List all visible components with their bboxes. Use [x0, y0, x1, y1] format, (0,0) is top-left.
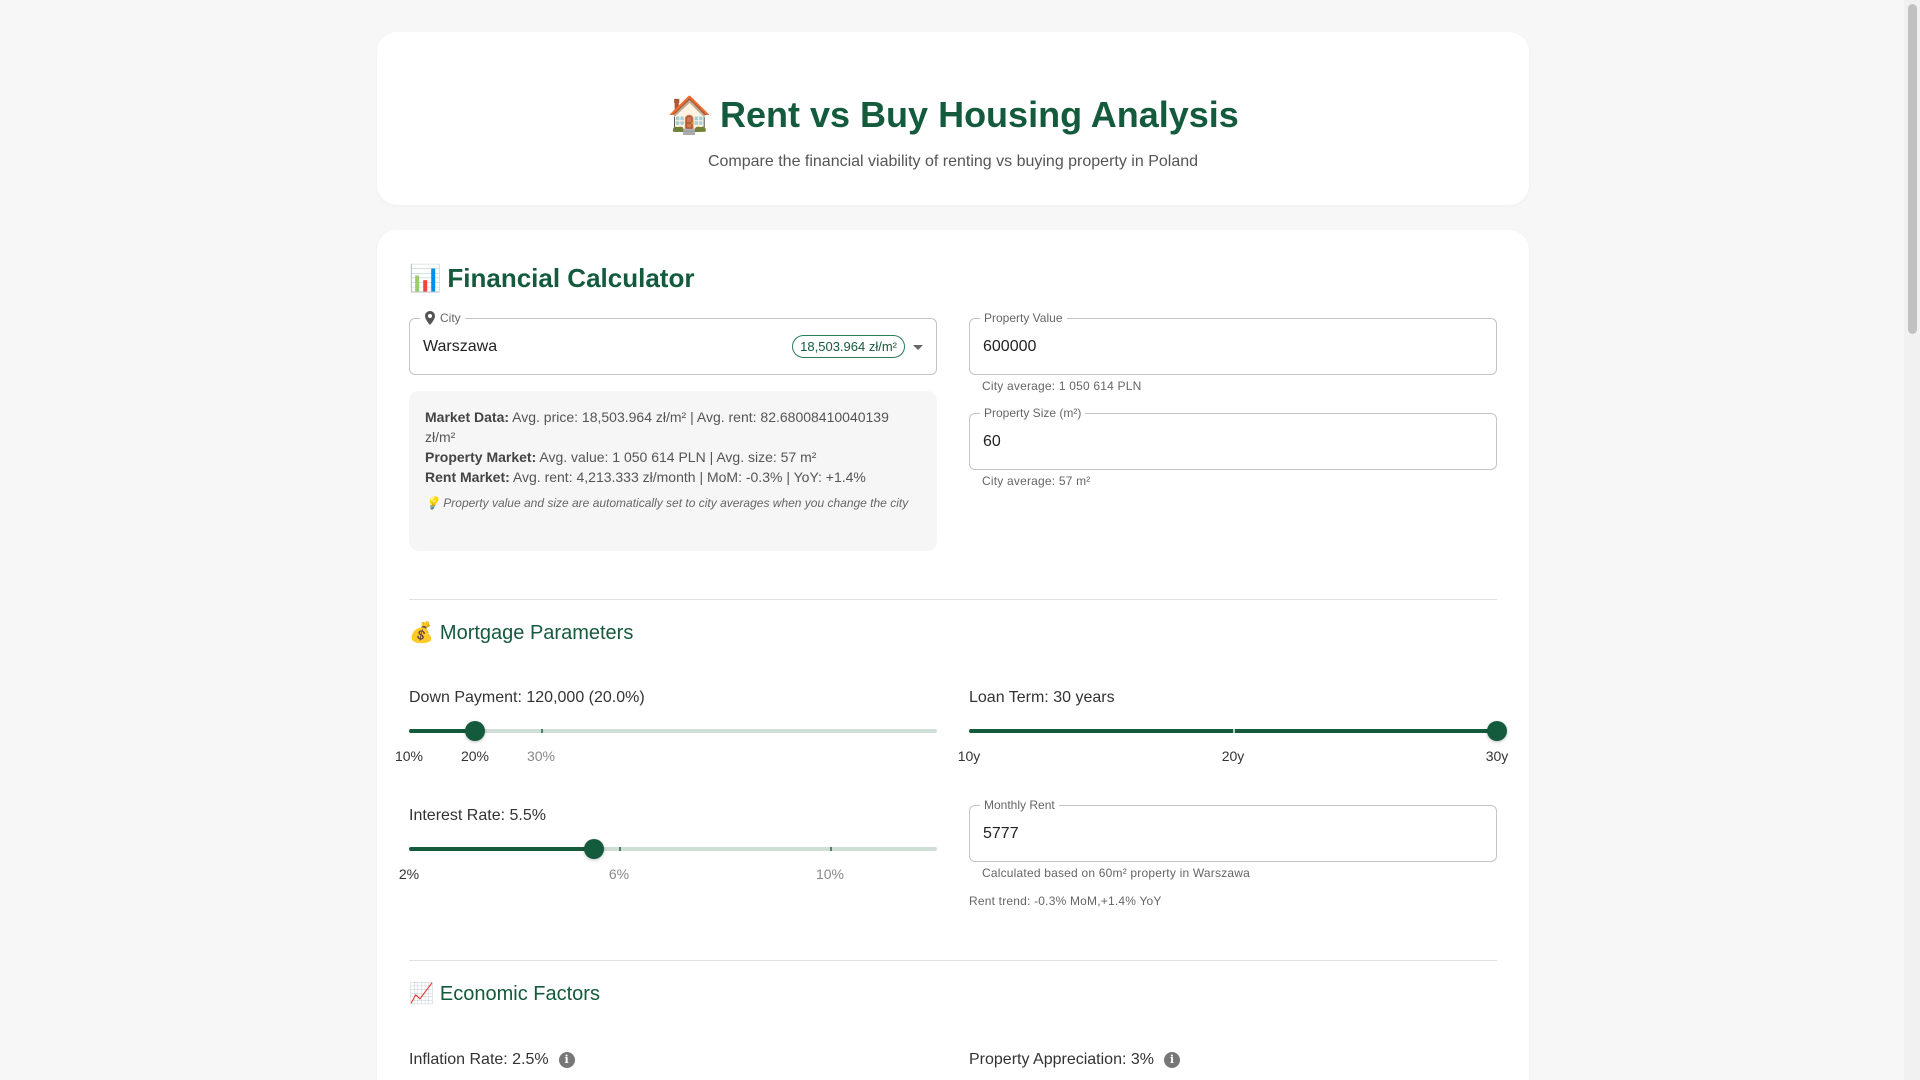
slider-thumb[interactable]	[465, 721, 485, 741]
city-select[interactable]: City Warszawa 18,503.964 zł/m²	[409, 311, 937, 375]
rent-market-text: Avg. rent: 4,213.333 zł/month | MoM: -0.…	[512, 469, 866, 485]
page-subtitle: Compare the financial viability of renti…	[707, 153, 1199, 170]
property-size-helper: City average: 57 m²	[982, 474, 1091, 488]
slider-fill	[409, 847, 594, 851]
economic-title-text: Economic Factors	[439, 983, 600, 1005]
monthly-rent-input[interactable]: 5777	[983, 806, 1019, 861]
calculator-card: 📊 Financial Calculator City Warszawa 18,5…	[377, 230, 1529, 1080]
slider-tick	[1233, 729, 1235, 733]
city-price-badge: 18,503.964 zł/m²	[792, 335, 905, 358]
interest-rate-slider[interactable]	[409, 839, 937, 859]
economic-title: 📈 Economic Factors	[409, 981, 600, 1006]
mortgage-title-text: Mortgage Parameters	[439, 622, 634, 644]
money-bag-icon: 💰	[409, 622, 434, 644]
property-market-text: Avg. value: 1 050 614 PLN | Avg. size: 5…	[539, 449, 817, 465]
scrollbar-thumb[interactable]	[1908, 4, 1917, 334]
slider-thumb[interactable]	[1487, 721, 1507, 741]
appreciation-row: Property Appreciation: 3% i	[969, 1051, 1180, 1069]
header-card: 🏠 Rent vs Buy Housing Analysis Compare th…	[377, 32, 1529, 205]
property-market-label: Property Market:	[425, 449, 537, 465]
house-icon: 🏠	[667, 94, 713, 135]
slider-mark: 2%	[398, 866, 420, 882]
slider-tick	[830, 847, 832, 851]
calculator-title-text: Financial Calculator	[447, 263, 695, 293]
down-payment-slider[interactable]	[409, 721, 937, 741]
bar-chart-icon: 📊	[409, 263, 442, 293]
slider-mark: 10%	[394, 748, 424, 764]
slider-mark: 20%	[460, 748, 490, 764]
slider-mark: 10y	[957, 748, 981, 764]
info-icon[interactable]: i	[558, 1051, 575, 1068]
section-divider-1	[409, 599, 1497, 600]
page-scrollbar[interactable]	[1904, 0, 1920, 1080]
page-title: 🏠 Rent vs Buy Housing Analysis	[377, 94, 1529, 136]
mortgage-title: 💰 Mortgage Parameters	[409, 620, 633, 645]
city-value: Warszawa	[423, 337, 498, 355]
appreciation-label: Property Appreciation: 3%	[969, 1051, 1154, 1068]
inflation-rate-label: Inflation Rate: 2.5%	[409, 1051, 549, 1068]
slider-mark: 30y	[1485, 748, 1509, 764]
slider-mark: 10%	[815, 866, 845, 882]
info-icon[interactable]: i	[1164, 1051, 1180, 1068]
loan-term-label: Loan Term: 30 years	[969, 689, 1115, 706]
property-size-field[interactable]: Property Size (m²) 60	[969, 406, 1497, 470]
down-payment-label: Down Payment: 120,000 (20.0%)	[409, 689, 645, 706]
calculator-title: 📊 Financial Calculator	[409, 263, 694, 294]
rent-trend-text: Rent trend: -0.3% MoM,+1.4% YoY	[969, 894, 1162, 908]
property-value-input[interactable]: 600000	[983, 319, 1036, 374]
section-divider-2	[409, 960, 1497, 961]
page-title-text: Rent vs Buy Housing Analysis	[720, 94, 1239, 135]
trend-chart-icon: 📈	[409, 983, 434, 1005]
rent-market-line: Rent Market: Avg. rent: 4,213.333 zł/mon…	[425, 467, 921, 487]
slider-tick	[541, 729, 543, 733]
monthly-rent-helper: Calculated based on 60m² property in War…	[982, 866, 1251, 880]
chevron-down-icon[interactable]	[913, 345, 923, 350]
property-value-helper: City average: 1 050 614 PLN	[982, 379, 1142, 393]
market-data-line: Market Data: Avg. price: 18,503.964 zł/m…	[425, 407, 921, 447]
rent-market-label: Rent Market:	[425, 469, 510, 485]
loan-term-slider[interactable]	[969, 721, 1507, 741]
market-note: 💡 Property value and size are automatica…	[425, 496, 909, 510]
interest-rate-label: Interest Rate: 5.5%	[409, 807, 546, 824]
property-size-input[interactable]: 60	[983, 414, 1001, 469]
slider-mark: 6%	[608, 866, 630, 882]
slider-thumb[interactable]	[583, 839, 604, 859]
slider-tick	[619, 847, 621, 851]
monthly-rent-field[interactable]: Monthly Rent 5777	[969, 798, 1497, 862]
inflation-rate-row: Inflation Rate: 2.5% i	[409, 1051, 575, 1069]
market-data-label: Market Data:	[425, 409, 510, 425]
slider-mark: 20y	[1221, 748, 1245, 764]
property-market-line: Property Market: Avg. value: 1 050 614 P…	[425, 447, 921, 467]
market-info-box: Market Data: Avg. price: 18,503.964 zł/m…	[409, 391, 937, 551]
slider-mark: 30%	[526, 748, 556, 764]
property-value-field[interactable]: Property Value 600000	[969, 311, 1497, 375]
